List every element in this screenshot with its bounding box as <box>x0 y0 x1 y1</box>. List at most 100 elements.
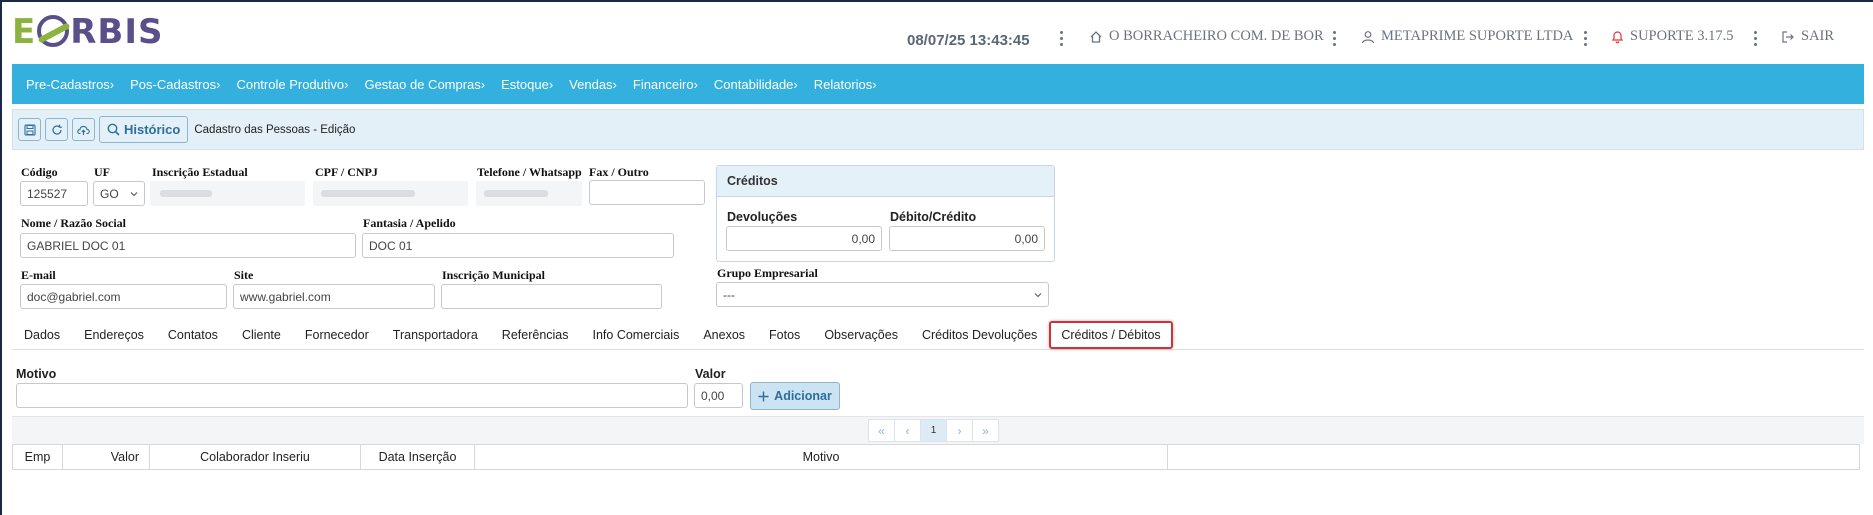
telefone-field-redacted[interactable] <box>476 181 582 206</box>
tab-creditos-devolucoes[interactable]: Créditos Devoluções <box>910 320 1049 350</box>
pagination-bar: « ‹ 1 › » <box>12 416 1864 444</box>
datetime: 08/07/25 13:43:45 <box>907 32 1030 49</box>
adicionar-button[interactable]: Adicionar <box>750 382 840 410</box>
menu-pre-cadastros[interactable]: Pre-Cadastros› <box>26 77 114 92</box>
last-page-button[interactable]: » <box>972 419 999 442</box>
search-icon <box>107 123 120 136</box>
email-label: E-mail <box>21 268 56 282</box>
nome-label: Nome / Razão Social <box>21 216 126 230</box>
bell-icon <box>1611 30 1624 43</box>
codigo-field[interactable]: 125527 <box>20 181 88 206</box>
grid-header: Emp Valor Colaborador Inseriu Data Inser… <box>12 444 1860 470</box>
history-label: Histórico <box>124 122 181 137</box>
email-field[interactable]: doc@gabriel.com <box>20 284 227 309</box>
site-field[interactable]: www.gabriel.com <box>233 284 435 309</box>
logout-label: SAIR <box>1801 28 1835 44</box>
inscricao-municipal-field[interactable] <box>441 284 662 309</box>
uf-select[interactable]: GO <box>93 181 145 206</box>
grupo-empresarial-value: --- <box>723 287 735 302</box>
column-header-colaborador[interactable]: Colaborador Inseriu <box>150 445 361 469</box>
support-menu[interactable]: SUPORTE 3.17.5 <box>1611 28 1733 45</box>
cpf-cnpj-label: CPF / CNPJ <box>315 165 378 179</box>
tab-fotos[interactable]: Fotos <box>757 320 812 350</box>
motivo-field[interactable] <box>16 383 688 408</box>
inscricao-estadual-field-redacted[interactable] <box>150 181 305 206</box>
column-header-motivo[interactable]: Motivo <box>475 445 1168 469</box>
inscricao-estadual-label: Inscrição Estadual <box>152 165 248 179</box>
creditos-panel: Créditos Devoluções 0,00 Débito/Crédito … <box>716 165 1055 262</box>
menu-pos-cadastros[interactable]: Pos-Cadastros› <box>130 77 220 92</box>
codigo-label: Código <box>21 165 58 179</box>
prev-page-button[interactable]: ‹ <box>894 419 921 442</box>
logout-icon <box>1782 30 1794 43</box>
fax-label: Fax / Outro <box>589 165 649 179</box>
refresh-icon <box>51 124 62 135</box>
tab-enderecos[interactable]: Endereços <box>72 320 156 350</box>
action-toolbar: Histórico Cadastro das Pessoas - Edição <box>12 109 1864 150</box>
fantasia-label: Fantasia / Apelido <box>363 216 456 230</box>
chevron-down-icon <box>1034 292 1042 297</box>
tab-info-comerciais[interactable]: Info Comerciais <box>581 320 692 350</box>
user-menu[interactable]: METAPRIME SUPORTE LTDA <box>1361 28 1573 45</box>
tab-contatos[interactable]: Contatos <box>156 320 230 350</box>
tab-cliente[interactable]: Cliente <box>230 320 293 350</box>
tab-dados[interactable]: Dados <box>12 320 72 350</box>
uf-value: GO <box>100 186 119 201</box>
next-page-button[interactable]: › <box>946 419 973 442</box>
user-icon <box>1361 30 1375 43</box>
telefone-label: Telefone / Whatsapp <box>477 165 582 179</box>
menu-financeiro[interactable]: Financeiro› <box>633 77 698 92</box>
first-page-button[interactable]: « <box>868 419 895 442</box>
devolucoes-field[interactable]: 0,00 <box>726 226 882 251</box>
eorbis-logo[interactable]: E RBIS <box>12 14 163 50</box>
site-label: Site <box>234 268 254 282</box>
kebab-menu-icon[interactable] <box>1754 31 1758 47</box>
current-page-button[interactable]: 1 <box>920 419 947 442</box>
tab-fornecedor[interactable]: Fornecedor <box>293 320 381 350</box>
menu-controle-produtivo[interactable]: Controle Produtivo› <box>236 77 348 92</box>
menu-contabilidade[interactable]: Contabilidade› <box>714 77 798 92</box>
logout-button[interactable]: SAIR <box>1781 28 1834 45</box>
valor-label: Valor <box>695 367 726 381</box>
tab-referencias[interactable]: Referências <box>490 320 581 350</box>
cpf-cnpj-field-redacted[interactable] <box>313 181 468 206</box>
home-icon <box>1090 30 1102 43</box>
inscricao-municipal-label: Inscrição Municipal <box>442 268 546 282</box>
debito-credito-field[interactable]: 0,00 <box>889 226 1045 251</box>
grupo-empresarial-label: Grupo Empresarial <box>717 266 818 280</box>
debito-credito-label: Débito/Crédito <box>890 210 977 224</box>
chevron-down-icon <box>130 191 138 196</box>
tab-observacoes[interactable]: Observações <box>812 320 910 350</box>
cloud-upload-icon <box>77 125 90 135</box>
motivo-label: Motivo <box>16 367 57 381</box>
kebab-menu-icon[interactable] <box>1333 31 1337 47</box>
grupo-empresarial-select[interactable]: --- <box>716 282 1049 307</box>
pagination: « ‹ 1 › » <box>868 419 999 442</box>
fax-field[interactable] <box>589 180 705 205</box>
fantasia-field[interactable]: DOC 01 <box>362 233 674 258</box>
support-version: SUPORTE 3.17.5 <box>1630 28 1734 44</box>
save-button[interactable] <box>18 118 41 141</box>
column-header-emp[interactable]: Emp <box>13 445 63 469</box>
upload-button[interactable] <box>72 118 95 141</box>
refresh-button[interactable] <box>45 118 68 141</box>
tab-anexos[interactable]: Anexos <box>691 320 757 350</box>
menu-gestao-de-compras[interactable]: Gestao de Compras› <box>364 77 485 92</box>
menu-vendas[interactable]: Vendas› <box>569 77 617 92</box>
kebab-menu-icon[interactable] <box>1584 31 1588 47</box>
tab-bar: Dados Endereços Contatos Cliente Fornece… <box>12 320 1864 350</box>
menu-relatorios[interactable]: Relatorios› <box>814 77 877 92</box>
column-header-valor[interactable]: Valor <box>63 445 150 469</box>
tab-transportadora[interactable]: Transportadora <box>381 320 490 350</box>
company-name: O BORRACHEIRO COM. DE BOR <box>1109 28 1324 44</box>
history-button[interactable]: Histórico <box>99 116 189 143</box>
menu-estoque[interactable]: Estoque› <box>501 77 553 92</box>
kebab-menu-icon[interactable] <box>1060 31 1064 47</box>
valor-field[interactable]: 0,00 <box>694 383 743 408</box>
save-icon <box>23 123 36 136</box>
column-header-data-insercao[interactable]: Data Inserção <box>361 445 475 469</box>
nome-field[interactable]: GABRIEL DOC 01 <box>20 233 356 258</box>
tab-creditos-debitos[interactable]: Créditos / Débitos <box>1049 320 1173 349</box>
company-selector[interactable]: O BORRACHEIRO COM. DE BOR <box>1089 28 1324 45</box>
column-header-empty <box>1168 445 1859 469</box>
